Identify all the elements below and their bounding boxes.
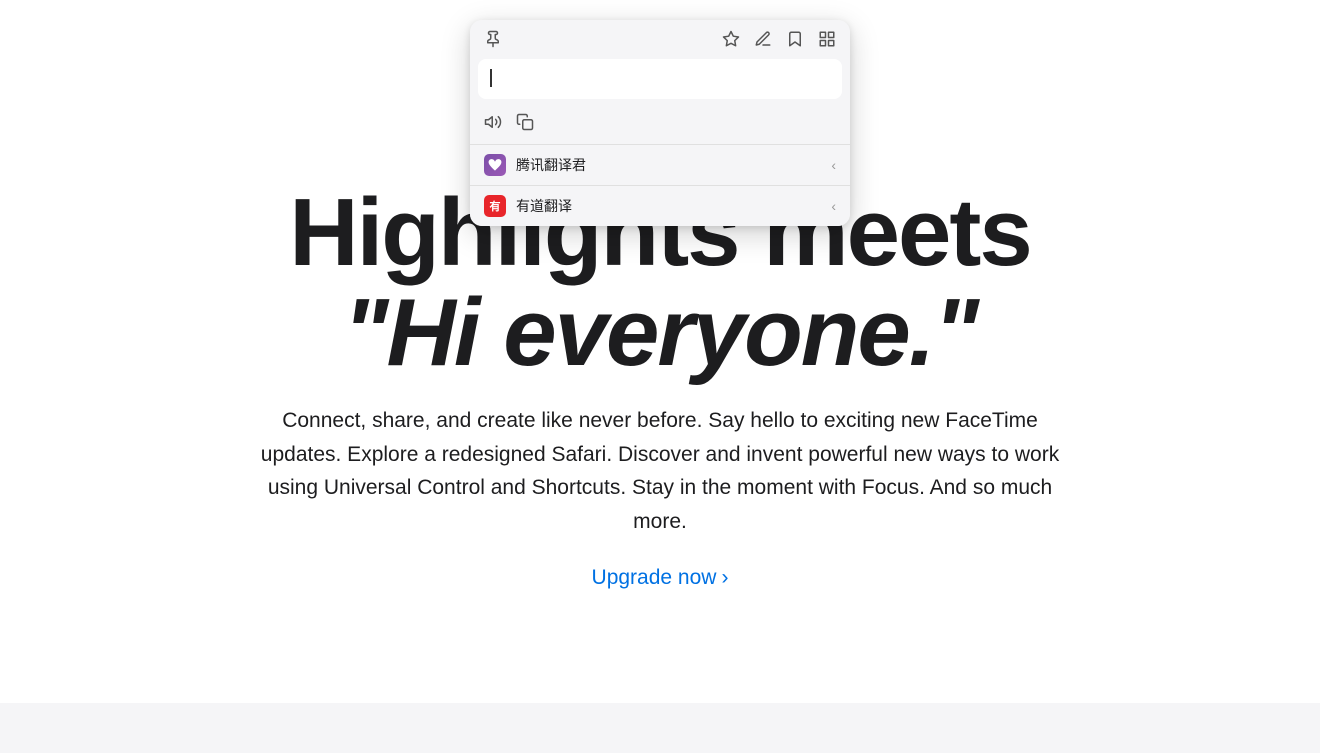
bookmark-icon[interactable] [786, 30, 804, 53]
star-icon[interactable] [722, 30, 740, 53]
highlight-icon[interactable] [754, 30, 772, 53]
youdao-icon-text: 有 [490, 198, 501, 214]
tencent-icon [484, 154, 506, 176]
speaker-icon[interactable] [484, 113, 502, 136]
tencent-chevron-icon: ‹ [831, 157, 836, 173]
tencent-label: 腾讯翻译君 [516, 155, 586, 175]
popup-toolbar [470, 107, 850, 144]
popup-header-icons [722, 30, 836, 53]
tencent-translate-item[interactable]: 腾讯翻译君 ‹ [470, 145, 850, 185]
upgrade-now-link[interactable]: Upgrade now › [592, 566, 729, 590]
text-cursor [490, 69, 492, 87]
youdao-label: 有道翻译 [516, 196, 572, 216]
youdao-translate-item[interactable]: 有 有道翻译 ‹ [470, 186, 850, 226]
headline-line2: "Hi everyone." [289, 283, 1030, 384]
bottom-bar [0, 703, 1320, 753]
pin-icon [484, 30, 502, 53]
upgrade-now-label: Upgrade now [592, 566, 717, 590]
subheadline: Connect, share, and create like never be… [250, 404, 1070, 538]
tencent-item-left: 腾讯翻译君 [484, 154, 586, 176]
youdao-icon: 有 [484, 195, 506, 217]
copy-icon[interactable] [516, 113, 534, 136]
share-icon[interactable] [818, 30, 836, 53]
popup-input[interactable] [478, 59, 842, 99]
youdao-chevron-icon: ‹ [831, 198, 836, 214]
popup-header [470, 20, 850, 59]
popup-overlay: 腾讯翻译君 ‹ 有 有道翻译 ‹ [470, 20, 850, 226]
youdao-item-left: 有 有道翻译 [484, 195, 572, 217]
upgrade-chevron-icon: › [721, 566, 728, 590]
